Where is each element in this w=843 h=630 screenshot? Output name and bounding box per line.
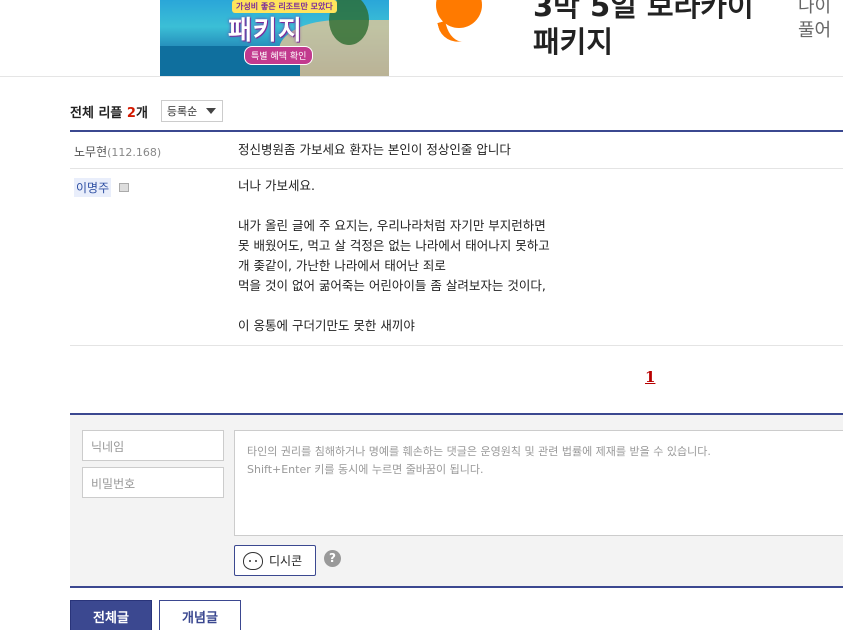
comment-count-label: 전체 리플 2개 bbox=[70, 102, 148, 121]
comment-header: 전체 리플 2개 등록순 bbox=[70, 100, 223, 122]
comment-row: 노무현(112.168) 정신병원좀 가보세요 환자는 본인이 정상인줄 압니다 bbox=[70, 132, 843, 169]
help-icon[interactable]: ? bbox=[324, 550, 341, 567]
nickname-input[interactable]: 닉네임 bbox=[82, 430, 224, 461]
comment-row: 이명주 너나 가보세요. 내가 올린 글에 주 요지는, 우리나라처럼 자기만 … bbox=[70, 169, 843, 346]
sort-select[interactable]: 등록순 bbox=[160, 100, 223, 122]
password-input[interactable]: 비밀번호 bbox=[82, 467, 224, 498]
dccon-face-icon bbox=[243, 551, 263, 570]
comment-author-name: 이명주 bbox=[76, 181, 110, 195]
comment-textarea[interactable]: 타인의 권리를 침해하거나 명예를 훼손하는 댓글은 운영원칙 및 관련 법률에… bbox=[234, 430, 843, 536]
comment-count-unit: 개 bbox=[135, 105, 148, 121]
dccon-button[interactable]: 디시콘 bbox=[234, 545, 316, 576]
tab-all-posts[interactable]: 전체글 bbox=[70, 600, 152, 630]
sort-selected-value: 등록순 bbox=[166, 105, 198, 118]
comment-author[interactable]: 이명주 bbox=[74, 178, 112, 197]
comment-label-text: 전체 리플 bbox=[70, 105, 123, 121]
comment-count: 2 bbox=[126, 105, 136, 121]
ad-side-text[interactable]: 나이 풀어 bbox=[798, 0, 831, 43]
ad-title[interactable]: 3박 5일 보라카이 패키지 bbox=[533, 0, 754, 60]
tab-concept-posts[interactable]: 개념글 bbox=[159, 600, 241, 630]
ad-image[interactable]: 가성비 좋은 리조트만 모았다 패키지 특별 혜택 확인 bbox=[160, 0, 389, 76]
comment-text: 너나 가보세요. 내가 올린 글에 주 요지는, 우리나라처럼 자기만 부지런하… bbox=[238, 178, 550, 333]
ad-side-line2: 풀어 bbox=[798, 20, 832, 41]
chevron-down-icon bbox=[205, 108, 216, 114]
ad-side-line1: 나이 bbox=[798, 0, 832, 17]
ad-title-line1: 3박 5일 보라카이 bbox=[533, 0, 754, 23]
ad-big-text: 패키지 bbox=[228, 16, 303, 46]
pagination-current-page[interactable]: 1 bbox=[645, 368, 655, 386]
comment-author-name: 노무현 bbox=[74, 145, 108, 159]
dccon-label: 디시콘 bbox=[269, 554, 303, 568]
comment-write-box: 닉네임 비밀번호 타인의 권리를 침해하거나 명예를 훼손하는 댓글은 운영원칙… bbox=[70, 413, 843, 588]
ad-title-line2: 패키지 bbox=[533, 25, 614, 59]
ad-banner[interactable]: 가성비 좋은 리조트만 모았다 패키지 특별 혜택 확인 3박 5일 보라카이 … bbox=[0, 0, 843, 77]
ad-cta-button[interactable]: 특별 혜택 확인 bbox=[244, 46, 314, 65]
comment-text: 정신병원좀 가보세요 환자는 본인이 정상인줄 압니다 bbox=[238, 142, 511, 157]
fixed-nick-icon bbox=[119, 183, 129, 192]
comment-author[interactable]: 노무현(112.168) bbox=[74, 143, 161, 160]
comment-author-ip: (112.168) bbox=[107, 146, 162, 159]
